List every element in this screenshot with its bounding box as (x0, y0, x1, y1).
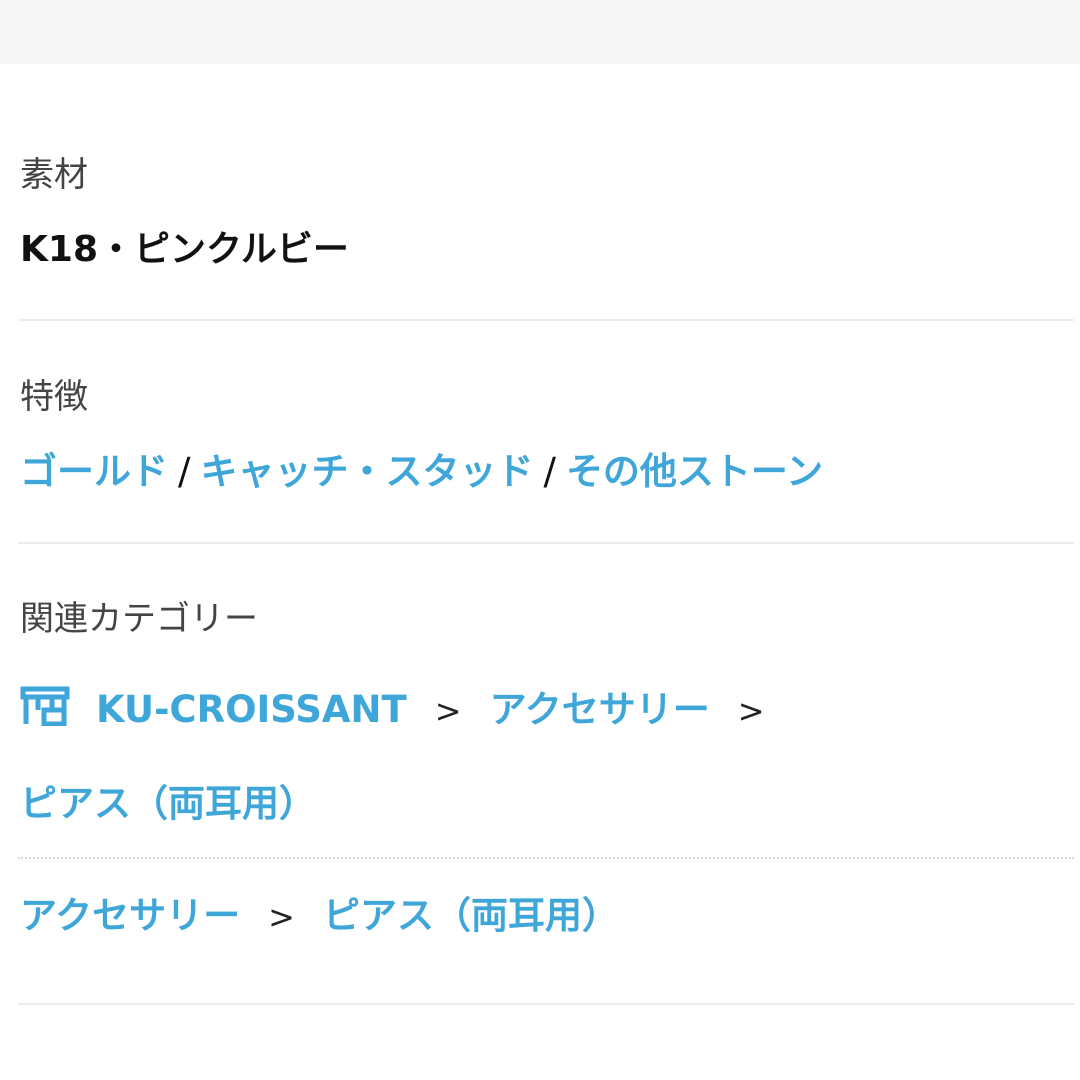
chevron-right-icon: > (737, 692, 765, 730)
top-bar (0, 0, 1080, 64)
feature-separator: / (543, 450, 556, 493)
feature-separator: / (178, 450, 191, 493)
features-label: 特徴 (20, 377, 88, 417)
features-links: ゴールド / キャッチ・スタッド / その他ストーン (20, 453, 823, 490)
related-categories-label: 関連カテゴリー (20, 599, 258, 639)
material-value: K18・ピンクルビー (20, 229, 349, 270)
breadcrumb-accessory-link[interactable]: アクセサリー (490, 688, 710, 731)
material-label: 素材 (20, 155, 88, 195)
breadcrumb-pierce-link[interactable]: ピアス（両耳用） (20, 782, 316, 825)
feature-link-gold[interactable]: ゴールド (20, 450, 168, 493)
category-accessory-link[interactable]: アクセサリー (20, 894, 240, 937)
feature-link-catch-stud[interactable]: キャッチ・スタッド (200, 450, 533, 493)
category-breadcrumb: アクセサリー > ピアス（両耳用） (20, 897, 619, 934)
divider (18, 1003, 1074, 1005)
category-pierce-link[interactable]: ピアス（両耳用） (323, 894, 619, 937)
breadcrumb-brand-link[interactable]: KU-CROISSANT (96, 688, 407, 731)
chevron-right-icon: > (268, 898, 295, 936)
feature-link-other-stone[interactable]: その他ストーン (566, 450, 823, 493)
divider (18, 542, 1074, 544)
divider (18, 319, 1074, 321)
shop-icon (20, 669, 70, 759)
dotted-divider (18, 857, 1074, 859)
brand-breadcrumb: KU-CROISSANT > アクセサリー > ピアス（両耳用） (20, 665, 1080, 849)
chevron-right-icon: > (434, 692, 462, 730)
